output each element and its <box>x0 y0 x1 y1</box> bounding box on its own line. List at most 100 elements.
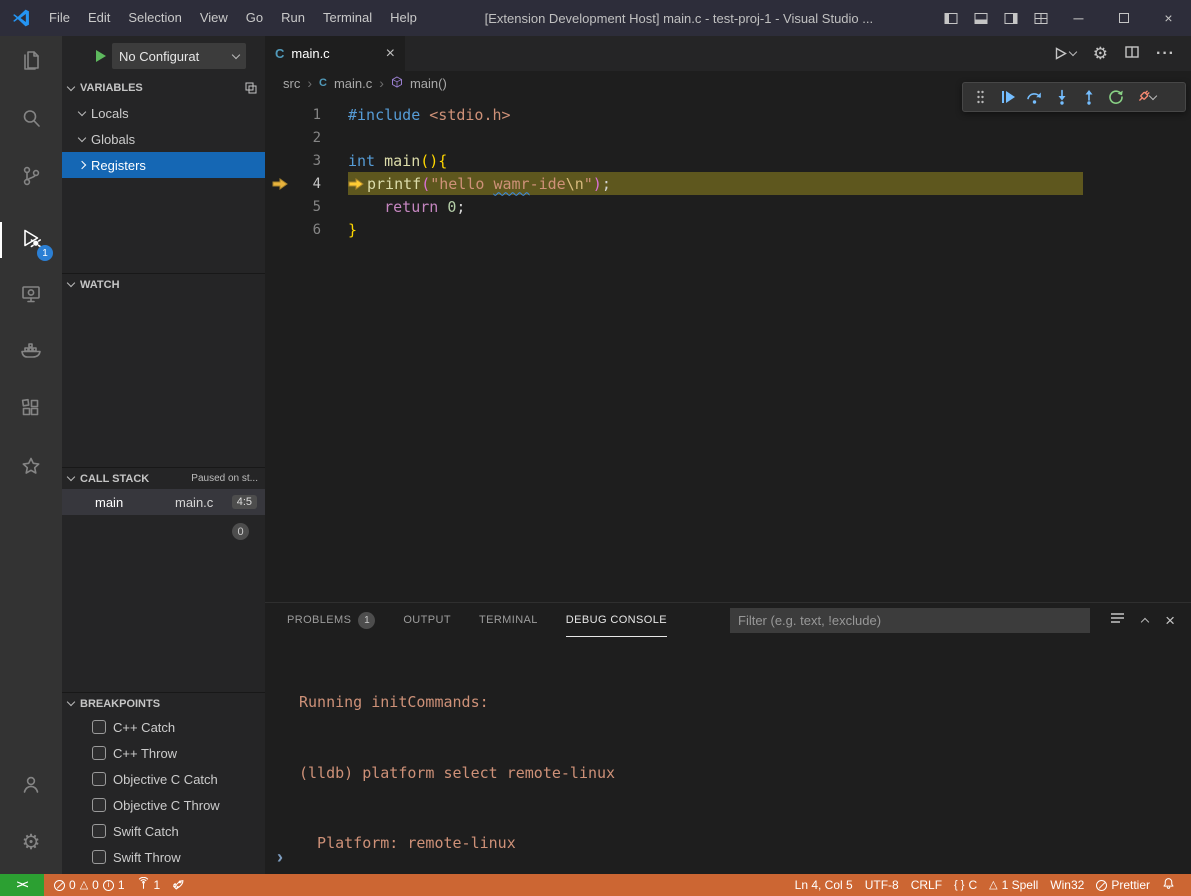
menu-item-run[interactable]: Run <box>272 0 314 36</box>
notifications-bell[interactable] <box>1156 874 1181 896</box>
debug-count-badge: 1 <box>37 245 53 261</box>
code-line[interactable]: 3 int main(){ <box>265 149 1191 172</box>
call-stack-section-label: CALL STACK <box>80 473 149 485</box>
toggle-primary-sidebar-icon[interactable] <box>936 0 966 36</box>
breakpoint-row-cpp-catch[interactable]: C++ Catch <box>62 714 265 740</box>
activity-favorites[interactable] <box>0 444 62 492</box>
breadcrumb-file[interactable]: main.c <box>334 76 372 91</box>
language-mode[interactable]: { } C <box>948 874 983 896</box>
console-filter-input[interactable] <box>730 608 1090 633</box>
breakpoint-row-objc-catch[interactable]: Objective C Catch <box>62 766 265 792</box>
watch-section-header[interactable]: WATCH <box>62 273 265 295</box>
activity-accounts[interactable] <box>0 762 62 810</box>
code-line[interactable]: 6 } <box>265 218 1191 241</box>
docker-whale-icon <box>19 338 43 367</box>
activity-run-debug[interactable]: 1 <box>0 216 62 264</box>
close-window-button[interactable]: × <box>1146 0 1191 36</box>
stack-frame-row[interactable]: main main.c 4:5 <box>62 489 265 515</box>
symbol-function-icon <box>391 76 403 91</box>
close-tab-icon[interactable]: × <box>386 46 395 62</box>
remote-indicator[interactable]: >< <box>0 874 44 896</box>
breakpoint-row-swift-catch[interactable]: Swift Catch <box>62 818 265 844</box>
continue-icon[interactable] <box>994 84 1021 110</box>
breakpoint-row-swift-throw[interactable]: Swift Throw <box>62 844 265 870</box>
menu-item-file[interactable]: File <box>40 0 79 36</box>
console-menu-icon[interactable] <box>1110 611 1125 629</box>
activity-source-control[interactable] <box>0 154 62 202</box>
variables-item-globals[interactable]: Globals <box>62 126 265 152</box>
toolbar-drag-grip[interactable] <box>967 84 994 110</box>
encoding-indicator[interactable]: UTF-8 <box>859 874 905 896</box>
checkbox[interactable] <box>92 772 106 786</box>
variables-section-header[interactable]: VARIABLES <box>62 76 265 100</box>
checkbox[interactable] <box>92 798 106 812</box>
tab-terminal[interactable]: TERMINAL <box>479 603 538 637</box>
debug-extension-status[interactable] <box>166 874 191 896</box>
activity-docker[interactable] <box>0 328 62 376</box>
platform-indicator[interactable]: Win32 <box>1044 874 1090 896</box>
menu-item-terminal[interactable]: Terminal <box>314 0 381 36</box>
call-stack-section-header[interactable]: CALL STACK Paused on st... <box>62 467 265 489</box>
step-over-icon[interactable] <box>1021 84 1048 110</box>
maximize-button[interactable] <box>1101 0 1146 36</box>
code-line-current[interactable]: 4 printf("hello wamr-ide\n"); <box>265 172 1191 195</box>
activity-settings[interactable]: ⚙ <box>0 818 62 866</box>
c-language-icon: C <box>319 77 327 89</box>
breakpoint-row-cpp-throw[interactable]: C++ Throw <box>62 740 265 766</box>
cursor-position[interactable]: Ln 4, Col 5 <box>789 874 859 896</box>
activity-search[interactable] <box>0 96 62 144</box>
code-line[interactable]: 2 <box>265 126 1191 149</box>
checkbox[interactable] <box>92 824 106 838</box>
activity-extensions[interactable] <box>0 386 62 434</box>
breadcrumb-folder[interactable]: src <box>283 76 300 91</box>
toggle-secondary-sidebar-icon[interactable] <box>996 0 1026 36</box>
breakpoint-gutter[interactable] <box>265 178 295 190</box>
step-out-icon[interactable] <box>1075 84 1102 110</box>
variables-item-locals[interactable]: Locals <box>62 100 265 126</box>
tab-main-c[interactable]: C main.c × <box>265 36 405 71</box>
settings-gear-icon[interactable]: ⚙ <box>1093 45 1108 62</box>
tab-debug-console[interactable]: DEBUG CONSOLE <box>566 603 667 637</box>
activity-remote-explorer[interactable] <box>0 272 62 320</box>
restart-icon[interactable] <box>1102 84 1129 110</box>
spell-checker-status[interactable]: △ 1 Spell <box>983 874 1044 896</box>
debug-config-dropdown[interactable]: No Configurat <box>112 43 246 69</box>
checkbox[interactable] <box>92 720 106 734</box>
checkbox[interactable] <box>92 850 106 864</box>
split-editor-icon[interactable] <box>1125 45 1139 63</box>
toggle-panel-icon[interactable] <box>966 0 996 36</box>
menu-item-help[interactable]: Help <box>381 0 426 36</box>
menu-item-edit[interactable]: Edit <box>79 0 119 36</box>
copy-icon[interactable] <box>245 82 257 94</box>
checkbox[interactable] <box>92 746 106 760</box>
menu-item-go[interactable]: Go <box>237 0 272 36</box>
start-debugging-icon[interactable] <box>96 50 106 62</box>
search-icon <box>19 106 43 135</box>
variables-item-registers[interactable]: Registers <box>62 152 265 178</box>
prettier-label: Prettier <box>1111 878 1150 892</box>
activity-explorer[interactable] <box>0 38 62 86</box>
menu-item-selection[interactable]: Selection <box>119 0 190 36</box>
console-input-prompt[interactable]: › <box>277 848 283 866</box>
close-panel-icon[interactable]: × <box>1165 612 1175 629</box>
more-actions-icon[interactable]: ··· <box>1156 45 1175 63</box>
tab-problems[interactable]: PROBLEMS 1 <box>287 603 375 637</box>
problems-status[interactable]: 0 △ 0 1 <box>48 874 131 896</box>
customize-layout-icon[interactable] <box>1026 0 1056 36</box>
minimize-button[interactable]: ─ <box>1056 0 1101 36</box>
prettier-status[interactable]: Prettier <box>1090 874 1156 896</box>
breadcrumb-symbol[interactable]: main() <box>410 76 447 91</box>
ports-status[interactable]: 1 <box>131 874 167 896</box>
c-language-icon: C <box>275 46 284 61</box>
menu-item-view[interactable]: View <box>191 0 237 36</box>
code-line[interactable]: 5 return 0; <box>265 195 1191 218</box>
tab-output[interactable]: OUTPUT <box>403 603 451 637</box>
run-or-debug-icon[interactable] <box>1054 47 1076 60</box>
breakpoint-label: C++ Throw <box>113 746 177 761</box>
breakpoints-section-header[interactable]: BREAKPOINTS <box>62 692 265 714</box>
step-into-icon[interactable] <box>1048 84 1075 110</box>
breakpoint-row-objc-throw[interactable]: Objective C Throw <box>62 792 265 818</box>
maximize-panel-icon[interactable] <box>1141 617 1149 625</box>
eol-indicator[interactable]: CRLF <box>905 874 948 896</box>
status-left: 0 △ 0 1 1 <box>44 874 191 896</box>
